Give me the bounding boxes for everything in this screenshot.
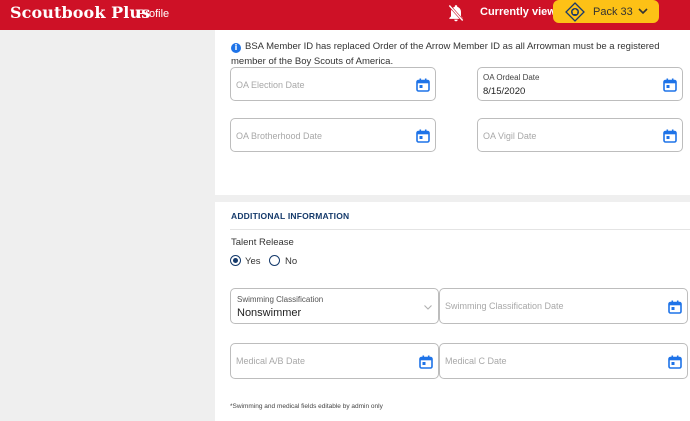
section-title: ADDITIONAL INFORMATION [231, 211, 350, 221]
calendar-icon[interactable] [668, 355, 682, 369]
cub-scout-logo-icon [565, 2, 585, 22]
talent-release-yes-label[interactable]: Yes [245, 256, 261, 267]
admin-only-footnote: *Swimming and medical fields editable by… [230, 403, 383, 410]
oa-ordeal-date-field[interactable]: OA Ordeal Date 8/15/2020 [477, 67, 683, 101]
divider [230, 229, 690, 230]
calendar-icon[interactable] [663, 129, 677, 143]
medical-c-date-placeholder: Medical C Date [445, 356, 507, 366]
calendar-icon[interactable] [416, 129, 430, 143]
talent-release-yes-radio[interactable] [230, 255, 241, 266]
talent-release-no-radio[interactable] [269, 255, 280, 266]
calendar-icon[interactable] [419, 355, 433, 369]
oa-brotherhood-date-placeholder: OA Brotherhood Date [236, 131, 323, 141]
oa-ordeal-date-value: 8/15/2020 [483, 86, 526, 97]
chevron-down-icon [424, 305, 432, 310]
oa-ordeal-date-label: OA Ordeal Date [483, 73, 540, 82]
nav-link-profile[interactable]: Profile [138, 8, 169, 20]
talent-release-label: Talent Release [231, 237, 294, 248]
oa-election-date-field[interactable]: OA Election Date [230, 67, 436, 101]
medical-ab-date-field[interactable]: Medical A/B Date [230, 343, 439, 379]
info-icon: i [231, 43, 241, 53]
app-title[interactable]: Scoutbook Plus [10, 3, 150, 22]
calendar-icon[interactable] [668, 300, 682, 314]
swimming-classification-label: Swimming Classification [237, 295, 324, 304]
swimming-classification-select[interactable]: Swimming Classification Nonswimmer [230, 288, 439, 324]
oa-dates-card: i BSA Member ID has replaced Order of the… [215, 30, 690, 195]
oa-vigil-date-placeholder: OA Vigil Date [483, 131, 537, 141]
medical-ab-date-placeholder: Medical A/B Date [236, 356, 306, 366]
additional-information-card: ADDITIONAL INFORMATION Talent Release Ye… [215, 202, 690, 421]
medical-c-date-field[interactable]: Medical C Date [439, 343, 688, 379]
talent-release-no-label[interactable]: No [285, 256, 297, 267]
oa-brotherhood-date-field[interactable]: OA Brotherhood Date [230, 118, 436, 152]
unit-name: Pack 33 [593, 6, 633, 18]
oa-notice: i BSA Member ID has replaced Order of the… [231, 39, 689, 69]
unit-selector[interactable]: Pack 33 [553, 0, 659, 23]
swimming-classification-date-field[interactable]: Swimming Classification Date [439, 288, 688, 324]
bell-off-icon[interactable] [446, 3, 466, 23]
top-nav-bar: Scoutbook Plus Profile Currently viewing… [0, 0, 690, 30]
swimming-classification-date-placeholder: Swimming Classification Date [445, 301, 564, 311]
oa-vigil-date-field[interactable]: OA Vigil Date [477, 118, 683, 152]
oa-election-date-placeholder: OA Election Date [236, 80, 305, 90]
swimming-classification-value: Nonswimmer [237, 307, 302, 319]
chevron-down-icon [638, 8, 648, 15]
oa-notice-text: BSA Member ID has replaced Order of the … [231, 41, 660, 67]
calendar-icon[interactable] [416, 78, 430, 92]
calendar-icon[interactable] [663, 78, 677, 92]
